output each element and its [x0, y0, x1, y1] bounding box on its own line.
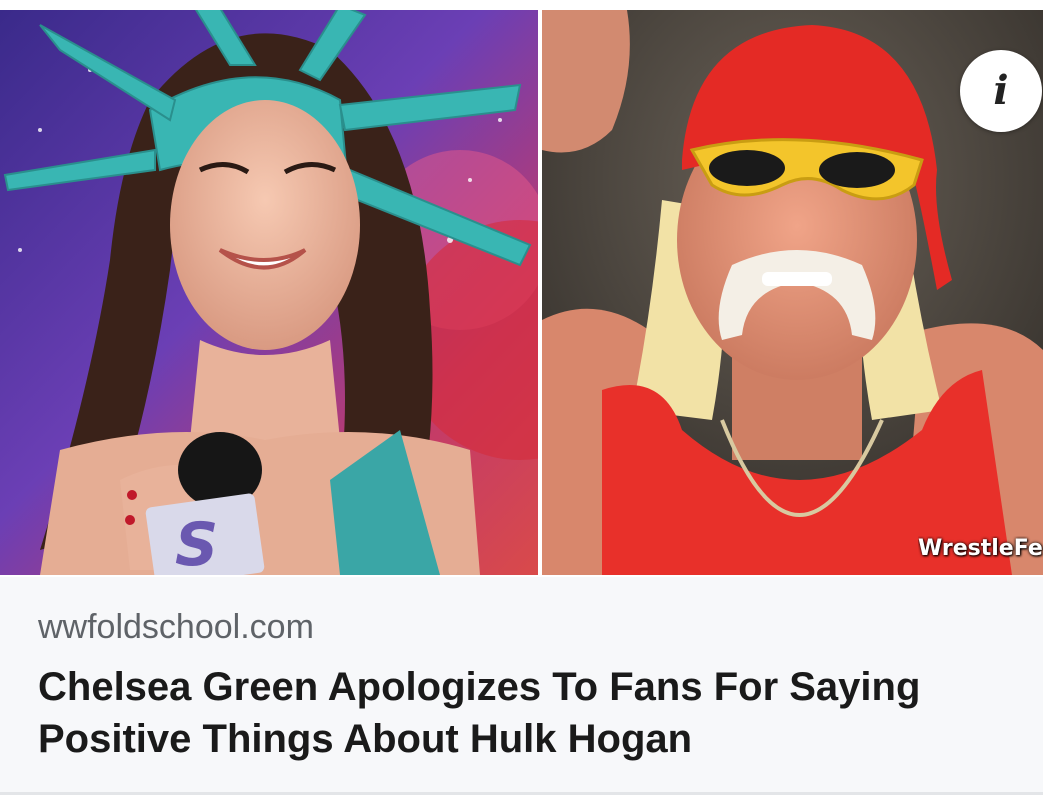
photo-chelsea-green: S: [0, 10, 538, 575]
news-card[interactable]: S i WrestleFe wwfoldschool.com Chelsea G…: [0, 0, 1043, 795]
svg-text:S: S: [175, 510, 218, 575]
article-meta: wwfoldschool.com Chelsea Green Apologize…: [38, 605, 1028, 765]
article-source[interactable]: wwfoldschool.com: [38, 605, 1028, 649]
article-headline[interactable]: Chelsea Green Apologizes To Fans For Say…: [38, 661, 998, 765]
image-watermark: WrestleFe: [918, 536, 1043, 561]
info-icon: i: [993, 67, 1009, 114]
info-button[interactable]: i: [960, 50, 1042, 132]
article-image[interactable]: S i WrestleFe: [0, 0, 1043, 577]
